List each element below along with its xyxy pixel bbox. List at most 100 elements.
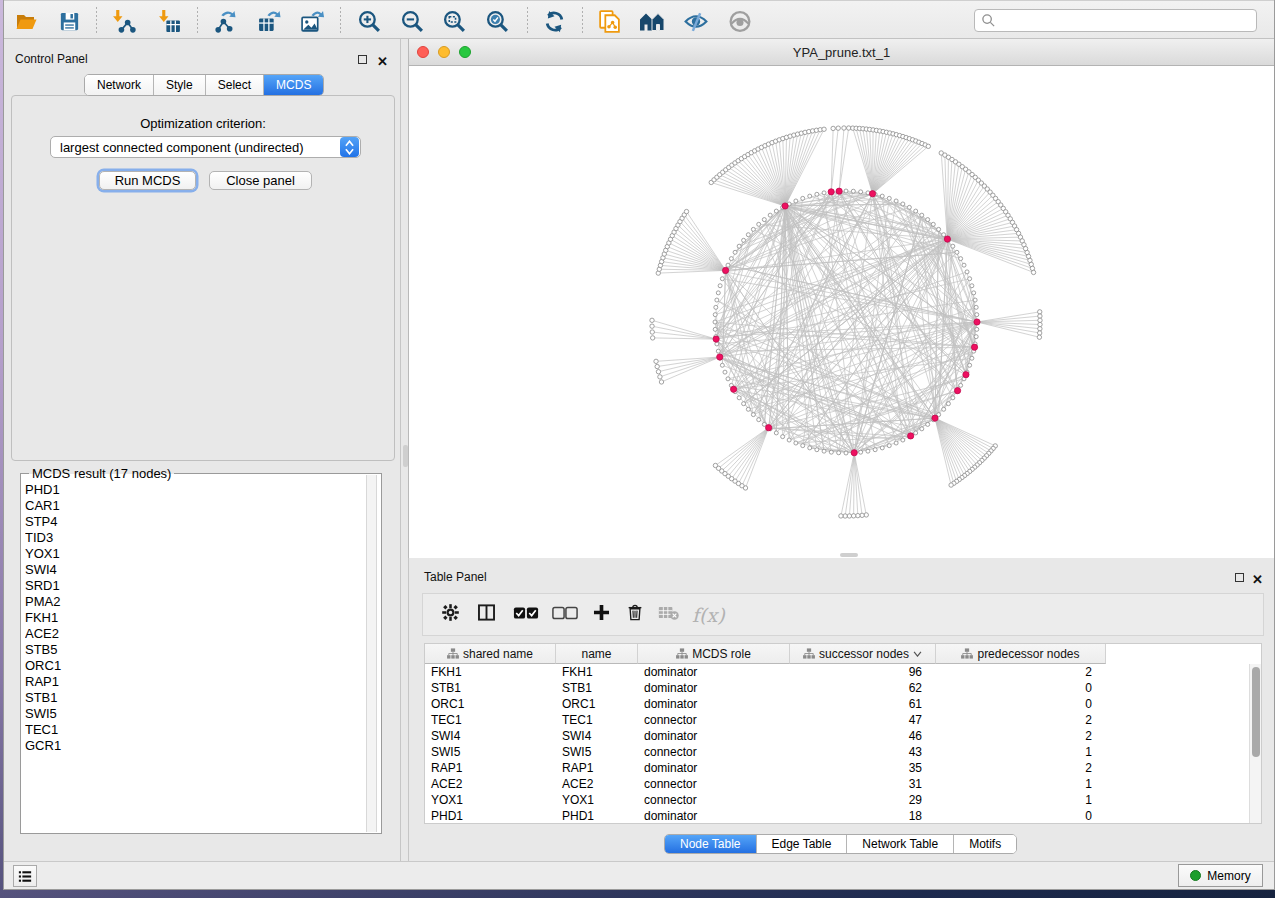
save-session-button[interactable] xyxy=(56,8,82,34)
column-header-predecessor-nodes[interactable]: predecessor nodes xyxy=(936,644,1106,664)
column-header-shared-name[interactable]: shared name xyxy=(425,644,556,664)
cell-predecessor-nodes[interactable]: 2 xyxy=(936,761,1106,775)
mcds-result-item[interactable]: YOX1 xyxy=(25,546,363,562)
network-canvas[interactable] xyxy=(409,66,1274,558)
cell-name[interactable]: ORC1 xyxy=(556,697,638,711)
cell-name[interactable]: FKH1 xyxy=(556,665,638,679)
table-settings-button[interactable] xyxy=(441,603,460,626)
cell-name[interactable]: SWI4 xyxy=(556,729,638,743)
mcds-result-item[interactable]: STB5 xyxy=(25,642,363,658)
function-builder-button[interactable]: f(x) xyxy=(692,604,725,626)
cell-MCDS-role[interactable]: dominator xyxy=(638,761,790,775)
mcds-result-item[interactable]: STB1 xyxy=(25,690,363,706)
split-divider-handle[interactable] xyxy=(840,553,858,557)
mcds-result-item[interactable]: RAP1 xyxy=(25,674,363,690)
cell-successor-nodes[interactable]: 31 xyxy=(790,777,936,791)
export-network-button[interactable] xyxy=(212,8,238,34)
zoom-out-button[interactable] xyxy=(399,8,425,34)
cell-shared-name[interactable]: SWI4 xyxy=(425,729,556,743)
cell-successor-nodes[interactable]: 35 xyxy=(790,761,936,775)
cell-MCDS-role[interactable]: dominator xyxy=(638,681,790,695)
cell-MCDS-role[interactable]: dominator xyxy=(638,665,790,679)
cell-successor-nodes[interactable]: 47 xyxy=(790,713,936,727)
tab-style[interactable]: Style xyxy=(154,75,206,95)
criterion-dropdown[interactable]: largest connected component (undirected) xyxy=(50,136,361,158)
cell-shared-name[interactable]: FKH1 xyxy=(425,665,556,679)
float-panel-icon[interactable] xyxy=(358,50,367,68)
mcds-result-item[interactable]: TID3 xyxy=(25,530,363,546)
tab-edge-table[interactable]: Edge Table xyxy=(757,835,848,853)
network-window-titlebar[interactable]: YPA_prune.txt_1 xyxy=(409,39,1274,66)
cell-successor-nodes[interactable]: 61 xyxy=(790,697,936,711)
cell-successor-nodes[interactable]: 62 xyxy=(790,681,936,695)
run-mcds-button[interactable]: Run MCDS xyxy=(99,171,196,190)
clone-network-button[interactable] xyxy=(596,8,622,34)
table-row[interactable]: STB1STB1dominator620 xyxy=(425,680,1261,696)
search-box[interactable] xyxy=(974,9,1257,32)
table-row[interactable]: SWI4SWI4dominator462 xyxy=(425,728,1261,744)
mcds-result-item[interactable]: SWI5 xyxy=(25,706,363,722)
task-history-button[interactable] xyxy=(13,865,37,887)
mcds-result-item[interactable]: ORC1 xyxy=(25,658,363,674)
mcds-result-item[interactable]: SRD1 xyxy=(25,578,363,594)
column-header-name[interactable]: name xyxy=(556,644,638,664)
create-column-button[interactable] xyxy=(592,603,611,626)
table-scrollbar[interactable] xyxy=(1249,664,1261,823)
cell-successor-nodes[interactable]: 18 xyxy=(790,809,936,823)
show-column-button[interactable] xyxy=(477,603,496,626)
mcds-result-item[interactable]: ACE2 xyxy=(25,626,363,642)
cell-MCDS-role[interactable]: dominator xyxy=(638,729,790,743)
cell-shared-name[interactable]: SWI5 xyxy=(425,745,556,759)
column-header-successor-nodes[interactable]: successor nodes xyxy=(790,644,936,664)
export-table-button[interactable] xyxy=(256,8,282,34)
zoom-fit-button[interactable] xyxy=(441,8,467,34)
cell-MCDS-role[interactable]: connector xyxy=(638,745,790,759)
table-row[interactable]: TEC1TEC1connector472 xyxy=(425,712,1261,728)
cell-predecessor-nodes[interactable]: 2 xyxy=(936,665,1106,679)
first-neighbors-button[interactable] xyxy=(639,8,665,34)
cell-shared-name[interactable]: ORC1 xyxy=(425,697,556,711)
table-row[interactable]: RAP1RAP1dominator352 xyxy=(425,760,1261,776)
tab-mcds[interactable]: MCDS xyxy=(264,75,323,95)
tab-network[interactable]: Network xyxy=(85,75,154,95)
table-row[interactable]: ORC1ORC1dominator610 xyxy=(425,696,1261,712)
refresh-button[interactable] xyxy=(541,8,567,34)
cell-shared-name[interactable]: STB1 xyxy=(425,681,556,695)
float-panel-icon[interactable] xyxy=(1235,568,1244,586)
table-row[interactable]: YOX1YOX1connector291 xyxy=(425,792,1261,808)
cell-shared-name[interactable]: YOX1 xyxy=(425,793,556,807)
cell-predecessor-nodes[interactable]: 0 xyxy=(936,681,1106,695)
show-all-button[interactable] xyxy=(727,8,753,34)
cell-MCDS-role[interactable]: connector xyxy=(638,777,790,791)
cell-predecessor-nodes[interactable]: 2 xyxy=(936,713,1106,727)
zoom-in-button[interactable] xyxy=(356,8,382,34)
mcds-result-item[interactable]: FKH1 xyxy=(25,610,363,626)
tab-node-table[interactable]: Node Table xyxy=(665,835,757,853)
table-row[interactable]: SWI5SWI5connector431 xyxy=(425,744,1261,760)
tab-network-table[interactable]: Network Table xyxy=(847,835,954,853)
cell-MCDS-role[interactable]: dominator xyxy=(638,697,790,711)
cell-predecessor-nodes[interactable]: 1 xyxy=(936,777,1106,791)
cell-predecessor-nodes[interactable]: 0 xyxy=(936,697,1106,711)
import-network-button[interactable] xyxy=(110,8,136,34)
close-panel-button[interactable]: Close panel xyxy=(209,171,312,190)
network-graph[interactable] xyxy=(409,66,1275,558)
hide-selected-button[interactable] xyxy=(683,8,709,34)
cell-name[interactable]: RAP1 xyxy=(556,761,638,775)
split-divider-handle[interactable] xyxy=(403,445,408,467)
cell-name[interactable]: YOX1 xyxy=(556,793,638,807)
tab-select[interactable]: Select xyxy=(206,75,264,95)
open-file-button[interactable] xyxy=(13,8,39,34)
mcds-result-item[interactable]: CAR1 xyxy=(25,498,363,514)
cell-MCDS-role[interactable]: dominator xyxy=(638,809,790,823)
delete-table-button[interactable] xyxy=(658,605,680,625)
cell-name[interactable]: TEC1 xyxy=(556,713,638,727)
cell-successor-nodes[interactable]: 96 xyxy=(790,665,936,679)
mcds-result-item[interactable]: STP4 xyxy=(25,514,363,530)
cell-shared-name[interactable]: ACE2 xyxy=(425,777,556,791)
mcds-result-item[interactable]: PMA2 xyxy=(25,594,363,610)
cell-shared-name[interactable]: PHD1 xyxy=(425,809,556,823)
mcds-result-item[interactable]: TEC1 xyxy=(25,722,363,738)
column-header-MCDS-role[interactable]: MCDS role xyxy=(638,644,790,664)
delete-column-button[interactable] xyxy=(626,603,644,626)
